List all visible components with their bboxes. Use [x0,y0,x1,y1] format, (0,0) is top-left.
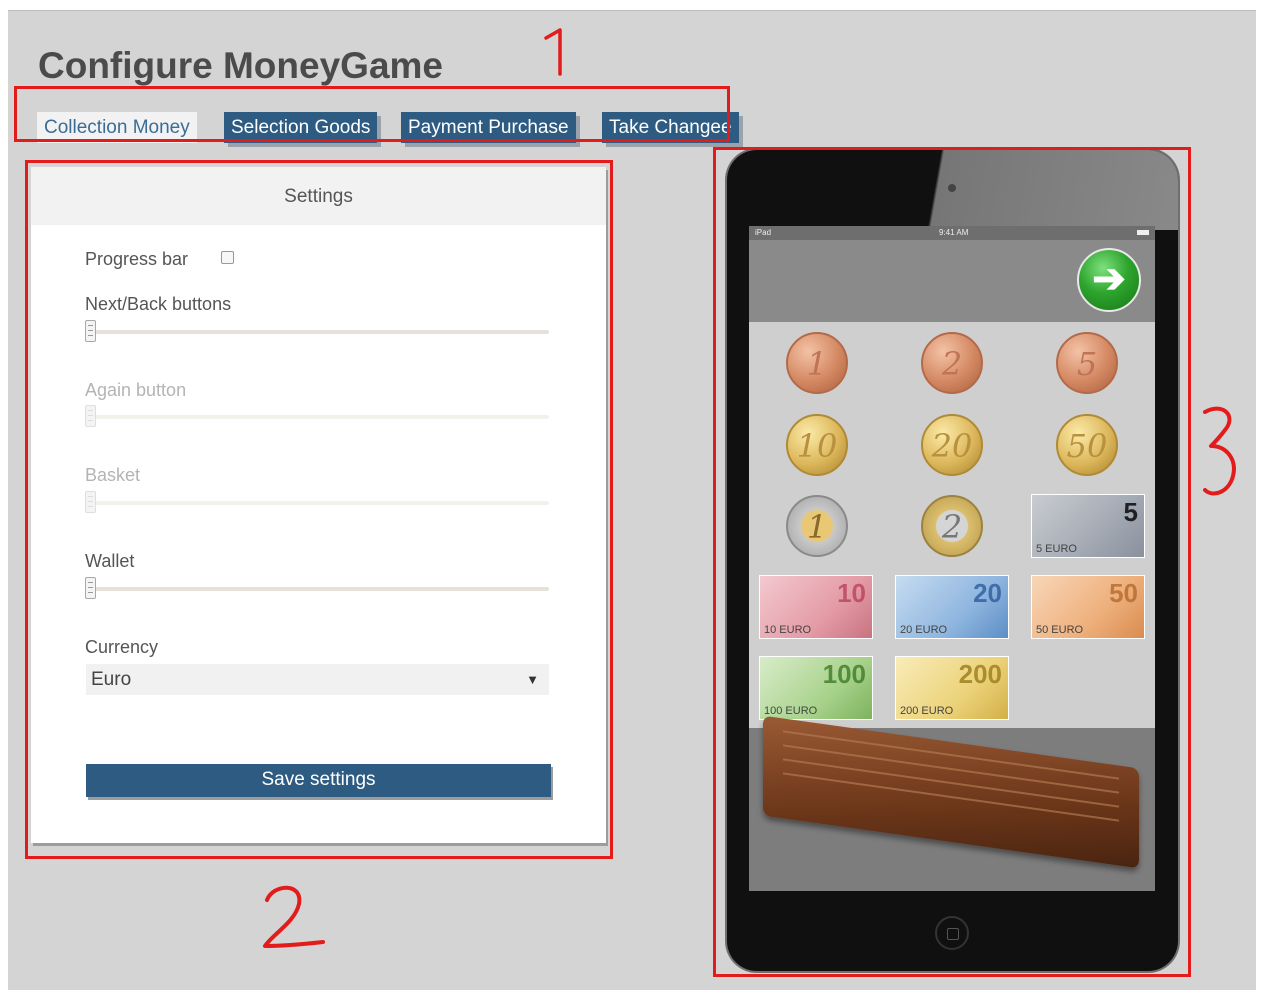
basket-slider-handle [85,491,96,513]
next-back-slider-handle[interactable] [85,320,96,342]
settings-header: Settings [31,167,606,225]
settings-panel: Settings Progress bar Next/Back buttons … [31,167,606,843]
coin-2-cent[interactable]: 2 [921,332,983,394]
again-button-slider-handle [85,405,96,427]
currency-value: Euro [91,669,132,690]
note-20-caption: 20 EURO [900,624,948,636]
coin-1-cent[interactable]: 1 [786,332,848,394]
wallet-slider-handle[interactable] [85,577,96,599]
status-time: 9:41 AM [939,228,969,237]
tab-collection-money[interactable]: Collection Money [37,112,197,143]
wallet-area [749,715,1155,891]
note-100-caption: 100 EURO [764,705,818,717]
progress-bar-checkbox[interactable] [221,251,234,264]
home-icon [947,928,959,940]
next-back-label: Next/Back buttons [85,294,232,314]
coin-5-cent[interactable]: 5 [1056,332,1118,394]
wallet-slider[interactable] [85,577,549,599]
annotation-number-1 [544,28,562,76]
note-5-value: 5 [1123,497,1138,527]
note-10-euro[interactable]: 10 10 EURO [759,575,873,639]
camera-icon [948,184,956,192]
again-button-label: Again button [85,380,187,400]
money-grid: 1 2 5 10 20 50 1 2 5 5 EURO 10 10 EURO 2… [749,322,1155,728]
note-20-value: 20 [973,578,1002,608]
save-settings-button[interactable]: Save settings [86,764,551,797]
coin-2-euro[interactable]: 2 [921,495,983,557]
basket-label: Basket [85,465,141,485]
note-100-euro[interactable]: 100 100 EURO [759,656,873,720]
note-100-value: 100 [822,659,866,689]
note-50-caption: 50 EURO [1036,624,1084,636]
page-title: Configure MoneyGame [38,45,443,86]
tablet-preview: iPad 9:41 AM ➔ 1 2 5 10 20 50 1 2 5 5 EU… [727,150,1178,971]
status-device: iPad [755,228,772,237]
note-200-euro[interactable]: 200 200 EURO [895,656,1009,720]
ipad-status-bar: iPad 9:41 AM [749,226,1155,240]
basket-slider [85,491,549,513]
note-200-caption: 200 EURO [900,705,954,717]
home-button[interactable] [935,916,969,950]
note-5-euro[interactable]: 5 5 EURO [1031,494,1145,558]
coin-1-euro[interactable]: 1 [786,495,848,557]
note-10-caption: 10 EURO [764,624,812,636]
game-top-bar: ➔ [749,240,1155,322]
dropdown-arrow-icon: ▼ [526,672,539,687]
coin-10-cent[interactable]: 10 [786,414,848,476]
wallet-label: Wallet [85,551,135,571]
annotation-number-3 [1203,406,1236,496]
arrow-right-icon: ➔ [1092,257,1126,301]
progress-bar-label: Progress bar [85,249,189,269]
currency-select[interactable]: Euro ▼ [86,664,549,695]
note-20-euro[interactable]: 20 20 EURO [895,575,1009,639]
next-arrow-button[interactable]: ➔ [1077,248,1141,312]
annotation-number-2 [263,885,325,948]
tab-bar: Collection Money Selection Goods Payment… [22,98,739,152]
coin-20-cent[interactable]: 20 [921,414,983,476]
tab-selection-goods[interactable]: Selection Goods [224,112,378,143]
tab-take-changee[interactable]: Take Changee [602,112,739,143]
coin-50-cent[interactable]: 50 [1056,414,1118,476]
note-10-value: 10 [837,578,866,608]
next-back-slider[interactable] [85,320,549,342]
battery-icon [1137,230,1149,235]
again-button-slider [85,405,549,427]
tablet-screen: iPad 9:41 AM ➔ 1 2 5 10 20 50 1 2 5 5 EU… [749,226,1155,891]
note-5-caption: 5 EURO [1036,543,1077,555]
tab-payment-purchase[interactable]: Payment Purchase [401,112,576,143]
currency-label: Currency [85,637,159,657]
note-50-euro[interactable]: 50 50 EURO [1031,575,1145,639]
wallet-icon[interactable] [763,715,1139,869]
note-50-value: 50 [1109,578,1138,608]
note-200-value: 200 [958,659,1002,689]
